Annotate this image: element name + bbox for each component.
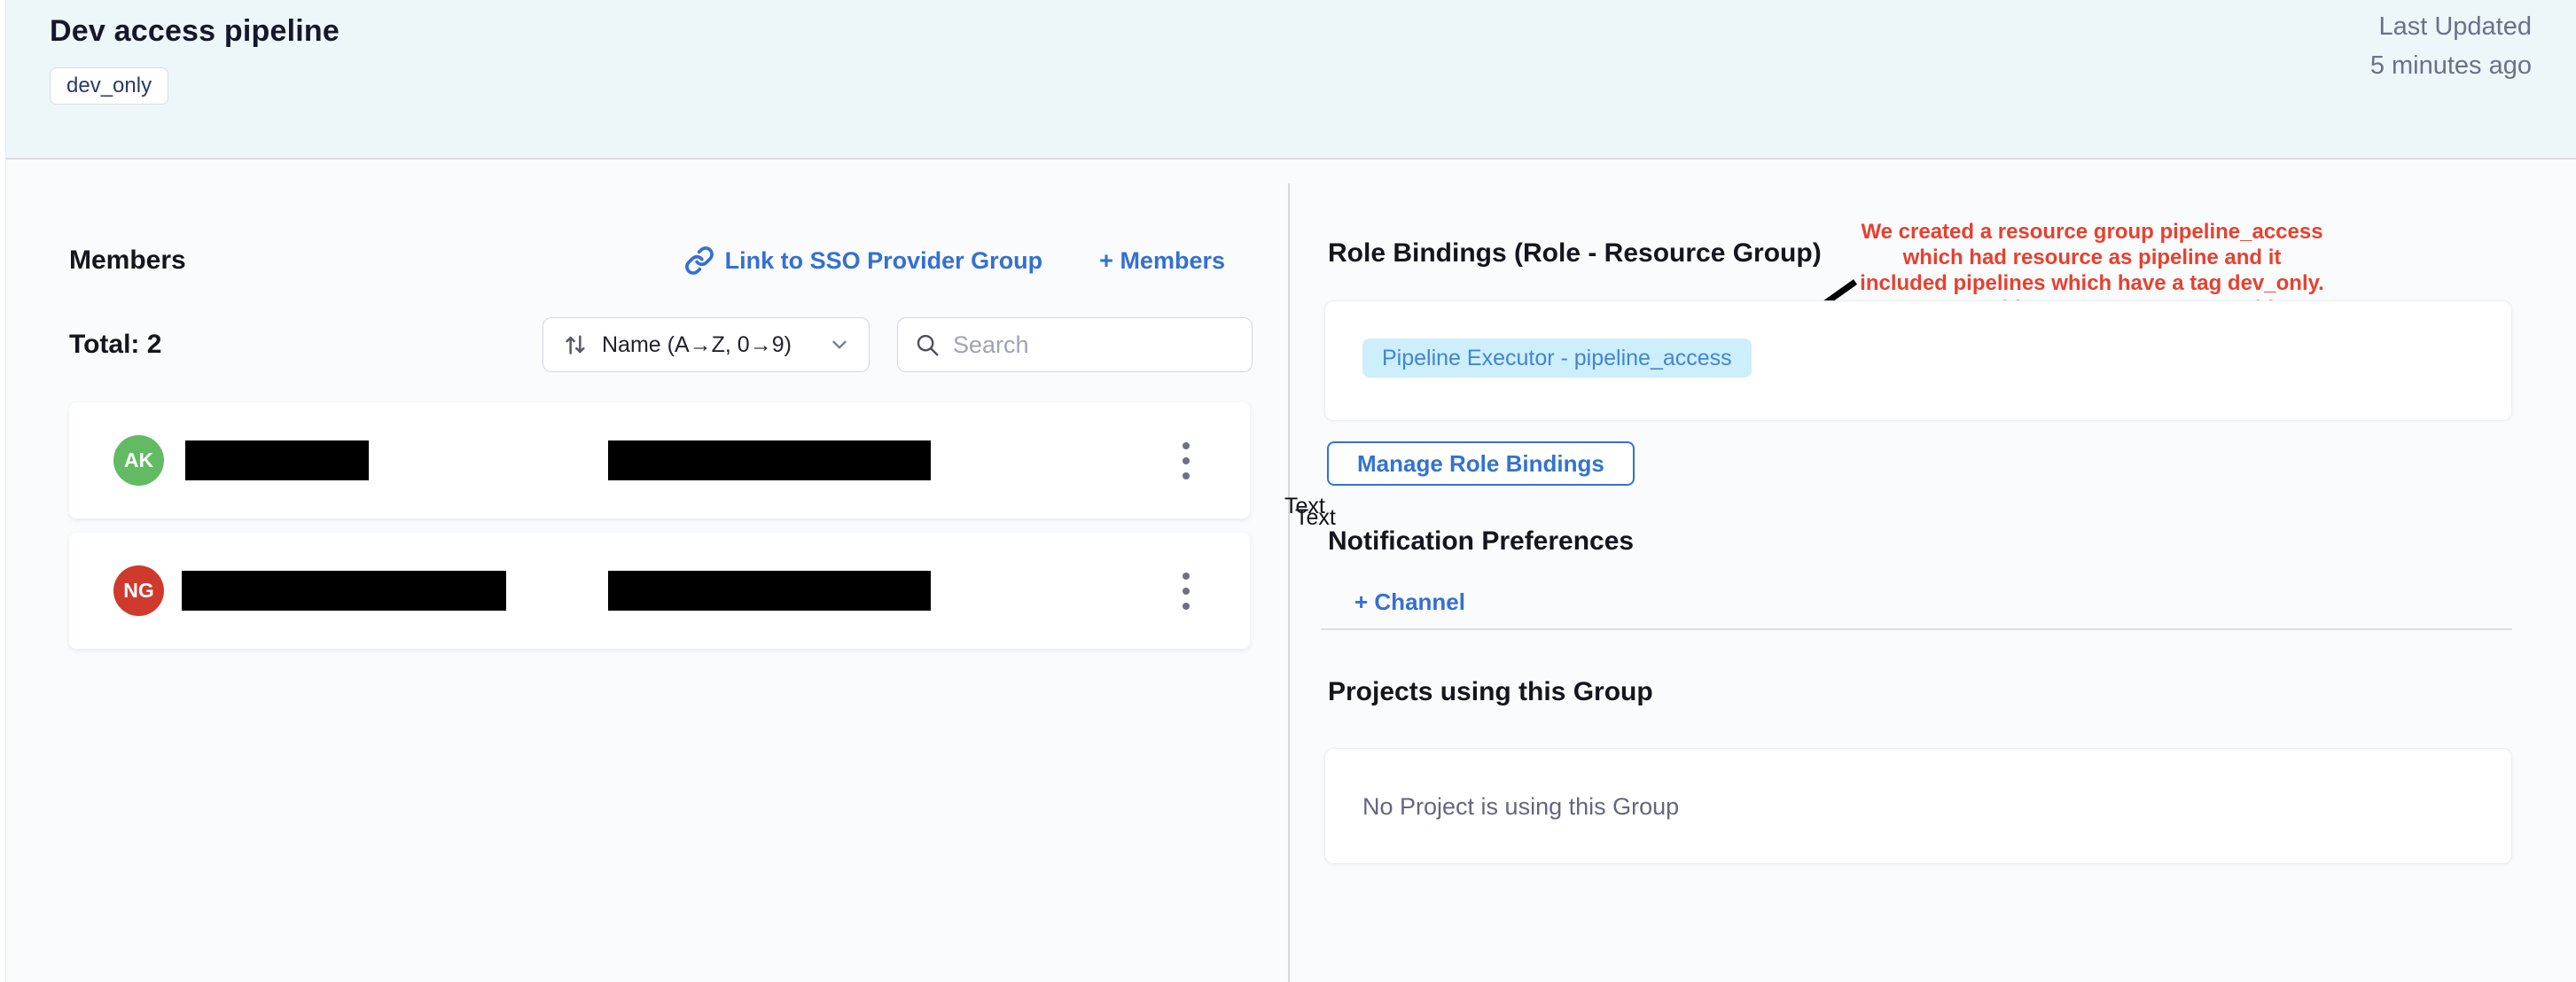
member-email-redacted: [608, 440, 931, 480]
avatar: NG: [113, 565, 164, 616]
page-title: Dev access pipeline: [50, 14, 340, 49]
sort-selected-value: Name (A→Z, 0→9): [602, 332, 792, 358]
panel-divider: [1288, 183, 1290, 982]
role-bindings-heading: Role Bindings (Role - Resource Group): [1328, 238, 1822, 269]
sort-dropdown[interactable]: Name (A→Z, 0→9): [543, 317, 870, 372]
projects-card: No Project is using this Group: [1324, 748, 2512, 864]
members-heading: Members: [69, 246, 186, 276]
group-tag: dev_only: [50, 67, 168, 105]
projects-heading: Projects using this Group: [1328, 677, 1653, 707]
search-box: [897, 317, 1253, 372]
sort-arrows-icon: [561, 331, 589, 359]
member-email-redacted: [608, 571, 931, 611]
role-bindings-card: Pipeline Executor - pipeline_access: [1324, 300, 2512, 421]
last-updated-value: 5 minutes ago: [2370, 46, 2532, 85]
members-total-count: Total: 2: [69, 330, 161, 360]
link-icon: [684, 246, 714, 276]
page-header: Dev access pipeline dev_only Last Update…: [0, 0, 2576, 160]
kebab-menu-icon[interactable]: [1171, 562, 1201, 620]
kebab-menu-icon[interactable]: [1171, 432, 1201, 490]
members-header: Members Link to SSO Provider Group + Mem…: [69, 241, 1250, 280]
link-to-sso-provider-group-button[interactable]: Link to SSO Provider Group: [684, 246, 1043, 276]
avatar: AK: [113, 435, 164, 486]
search-icon: [914, 331, 941, 358]
last-updated: Last Updated 5 minutes ago: [2370, 7, 2532, 85]
link-to-sso-label: Link to SSO Provider Group: [725, 247, 1043, 275]
section-divider: [1321, 628, 2512, 630]
notification-preferences-heading: Notification Preferences: [1328, 526, 1634, 557]
user-group-detail-page: Dev access pipeline dev_only Last Update…: [0, 0, 2576, 982]
member-name-redacted: [182, 571, 506, 611]
projects-empty-state: No Project is using this Group: [1362, 749, 1679, 865]
annotation-line: We created a resource group pipeline_acc…: [1844, 219, 2340, 245]
add-channel-button[interactable]: + Channel: [1354, 588, 1465, 616]
role-binding-chip[interactable]: Pipeline Executor - pipeline_access: [1362, 339, 1752, 378]
annotation-line: included pipelines which have a tag dev_…: [1844, 270, 2340, 296]
manage-role-bindings-button[interactable]: Manage Role Bindings: [1327, 441, 1635, 486]
member-row[interactable]: AK: [69, 402, 1250, 518]
add-members-button[interactable]: + Members: [1099, 247, 1225, 275]
stray-text-label: Text: [1295, 505, 1336, 531]
annotation-line: which had resource as pipeline and it: [1844, 245, 2340, 270]
chevron-down-icon: [828, 333, 851, 356]
page-edge-strip: [0, 0, 6, 982]
member-name-redacted: [185, 440, 369, 480]
member-row[interactable]: NG: [69, 533, 1250, 649]
search-input[interactable]: [953, 331, 1219, 359]
last-updated-label: Last Updated: [2370, 7, 2532, 46]
